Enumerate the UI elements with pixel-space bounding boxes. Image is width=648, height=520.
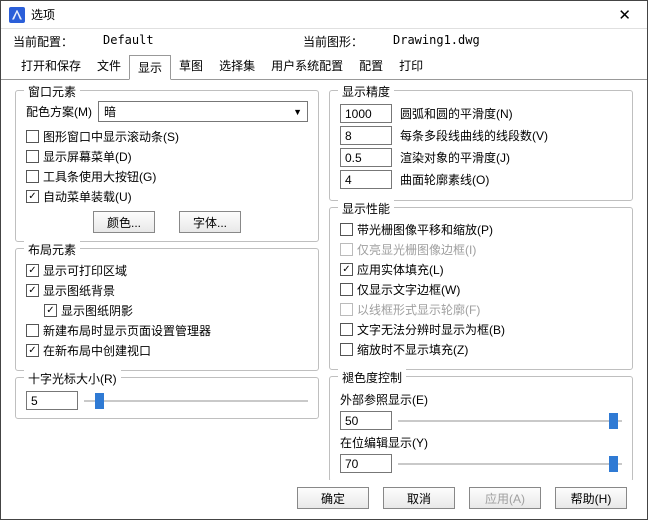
- chk-text-too-small[interactable]: 文字无法分辨时显示为框(B): [340, 321, 622, 338]
- tab-bar: 打开和保存 文件 显示 草图 选择集 用户系统配置 配置 打印: [1, 52, 647, 80]
- chk-apply-fill[interactable]: ✓应用实体填充(L): [340, 261, 622, 278]
- current-config-value: Default: [103, 33, 303, 50]
- color-scheme-value: 暗: [104, 103, 116, 120]
- tab-files[interactable]: 文件: [89, 54, 129, 79]
- tab-user-prefs[interactable]: 用户系统配置: [263, 54, 351, 79]
- color-scheme-combo[interactable]: 暗 ▼: [98, 101, 308, 122]
- chk-raster-pan[interactable]: 带光栅图像平移和缩放(P): [340, 221, 622, 238]
- inplace-input[interactable]: [340, 454, 392, 473]
- chk-no-fill-zoom[interactable]: 缩放时不显示填充(Z): [340, 341, 622, 358]
- xref-slider[interactable]: [398, 413, 622, 429]
- chk-scrollbars[interactable]: 图形窗口中显示滚动条(S): [26, 128, 308, 145]
- crosshair-input[interactable]: [26, 391, 78, 410]
- help-button[interactable]: 帮助(H): [555, 487, 627, 509]
- tab-display[interactable]: 显示: [129, 55, 171, 80]
- group-layout: 布局元素: [24, 241, 80, 258]
- arc-smooth-label: 圆弧和圆的平滑度(N): [400, 105, 513, 122]
- ok-button[interactable]: 确定: [297, 487, 369, 509]
- chk-text-frame[interactable]: 仅显示文字边框(W): [340, 281, 622, 298]
- chk-highlight-raster: 仅亮显光栅图像边框(I): [340, 241, 622, 258]
- tab-print[interactable]: 打印: [391, 54, 431, 79]
- tab-selection[interactable]: 选择集: [211, 54, 263, 79]
- window-title: 选项: [31, 6, 610, 23]
- contour-lines-label: 曲面轮廓素线(O): [400, 171, 489, 188]
- apply-button[interactable]: 应用(A): [469, 487, 541, 509]
- color-scheme-label: 配色方案(M): [26, 103, 92, 120]
- chk-paper-shadow[interactable]: ✓显示图纸阴影: [44, 302, 308, 319]
- chk-viewport-new-layout[interactable]: ✓在新布局中创建视口: [26, 342, 308, 359]
- inplace-slider[interactable]: [398, 456, 622, 472]
- fonts-button[interactable]: 字体...: [179, 211, 241, 233]
- tab-drafting[interactable]: 草图: [171, 54, 211, 79]
- inplace-label: 在位编辑显示(Y): [340, 434, 622, 451]
- chk-wire-silhouette: 以线框形式显示轮廓(F): [340, 301, 622, 318]
- arc-smooth-input[interactable]: [340, 104, 392, 123]
- group-display-perf: 显示性能: [338, 200, 394, 217]
- chk-paper-bg[interactable]: ✓显示图纸背景: [26, 282, 308, 299]
- render-smooth-input[interactable]: [340, 148, 392, 167]
- tab-open-save[interactable]: 打开和保存: [13, 54, 89, 79]
- current-config-label: 当前配置：: [13, 33, 103, 50]
- contour-lines-input[interactable]: [340, 170, 392, 189]
- crosshair-slider[interactable]: [84, 393, 308, 409]
- close-icon[interactable]: ✕: [610, 6, 639, 24]
- chevron-down-icon: ▼: [293, 107, 302, 117]
- group-crosshair: 十字光标大小(R): [24, 370, 121, 387]
- tab-config[interactable]: 配置: [351, 54, 391, 79]
- current-drawing-label: 当前图形：: [303, 33, 393, 50]
- chk-large-buttons[interactable]: 工具条使用大按钮(G): [26, 168, 308, 185]
- colors-button[interactable]: 颜色...: [93, 211, 155, 233]
- app-icon: [9, 7, 25, 23]
- render-smooth-label: 渲染对象的平滑度(J): [400, 149, 510, 166]
- group-window-elements: 窗口元素: [24, 83, 80, 100]
- group-display-precision: 显示精度: [338, 83, 394, 100]
- chk-printable-area[interactable]: ✓显示可打印区域: [26, 262, 308, 279]
- poly-segs-input[interactable]: [340, 126, 392, 145]
- chk-screen-menu[interactable]: 显示屏幕菜单(D): [26, 148, 308, 165]
- xref-label: 外部参照显示(E): [340, 391, 622, 408]
- cancel-button[interactable]: 取消: [383, 487, 455, 509]
- current-drawing-value: Drawing1.dwg: [393, 33, 593, 50]
- chk-auto-load-menu[interactable]: ✓自动菜单装载(U): [26, 188, 308, 205]
- poly-segs-label: 每条多段线曲线的线段数(V): [400, 127, 548, 144]
- chk-new-layout-pagesetup[interactable]: 新建布局时显示页面设置管理器: [26, 322, 308, 339]
- group-fade: 褪色度控制: [338, 369, 406, 386]
- xref-input[interactable]: [340, 411, 392, 430]
